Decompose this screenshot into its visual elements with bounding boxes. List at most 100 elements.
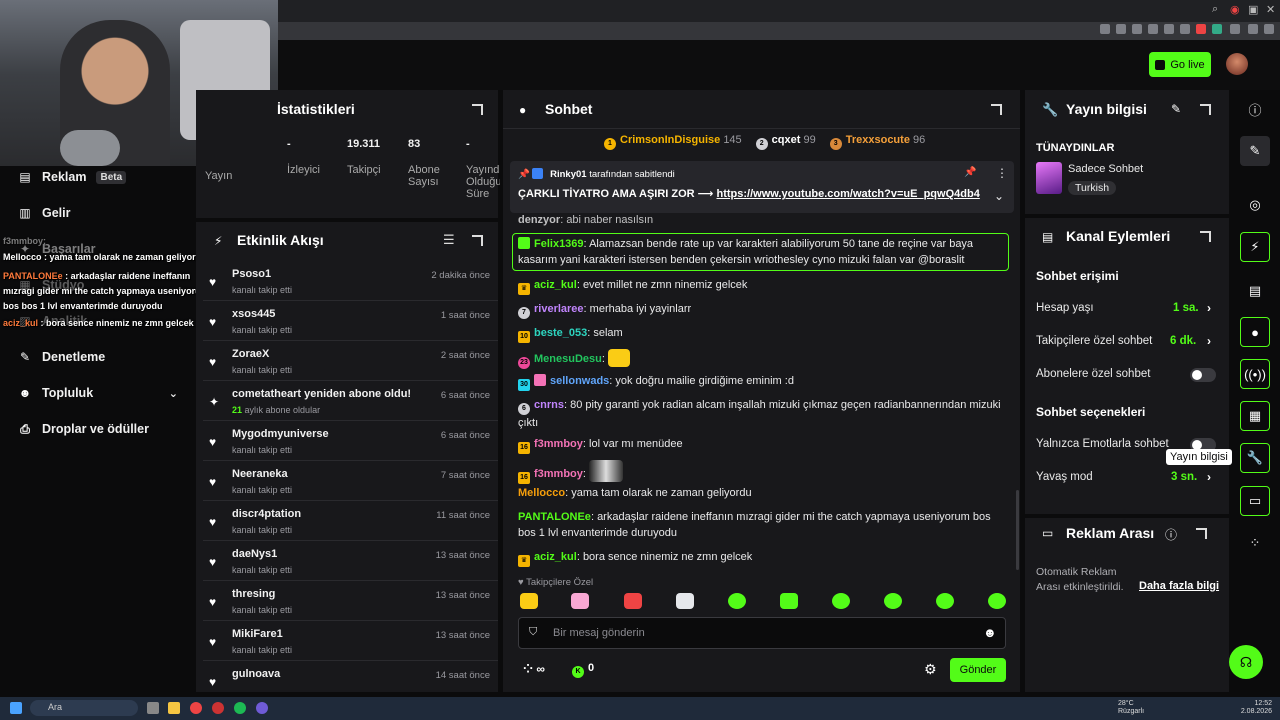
copilot-icon[interactable] — [1264, 24, 1274, 34]
extension-icon[interactable] — [1164, 24, 1174, 34]
points-indicator[interactable]: K0 — [572, 662, 594, 678]
extension-icon[interactable] — [1212, 24, 1222, 34]
filter-icon[interactable]: ☰ — [443, 232, 455, 248]
target-icon[interactable]: ◎ — [1240, 190, 1270, 220]
category-image[interactable] — [1036, 162, 1062, 194]
account-age-label[interactable]: Hesap yaşı — [1036, 302, 1094, 314]
sidebar-item-revenue[interactable]: ▥ Gelir — [18, 206, 70, 220]
popout-icon[interactable] — [472, 235, 483, 246]
emote-image[interactable] — [988, 593, 1006, 609]
popout-icon[interactable] — [1200, 104, 1211, 115]
emote-image[interactable] — [832, 593, 850, 609]
chevron-right-icon[interactable]: › — [1207, 470, 1211, 484]
category-name[interactable]: Sadece Sohbet — [1068, 163, 1143, 175]
followers-only-chat-label[interactable]: Takipçilere özel sohbet — [1036, 335, 1152, 347]
opera-icon[interactable] — [212, 702, 224, 714]
emote-image[interactable] — [520, 593, 538, 609]
emote-image[interactable] — [676, 593, 694, 609]
more-info-link[interactable]: Daha fazla bilgi — [1139, 580, 1219, 592]
unpin-icon[interactable]: 📌 — [964, 167, 976, 178]
leaderboard-entry[interactable]: 1 CrimsonInDisguise 145 — [604, 134, 742, 150]
info-icon[interactable]: ⓘ — [1165, 526, 1177, 543]
popout-icon[interactable] — [1200, 231, 1211, 242]
window-icon[interactable]: ▣ — [1248, 3, 1258, 16]
go-live-button[interactable]: Go live — [1149, 52, 1211, 77]
record-icon[interactable]: ◉ — [1230, 3, 1240, 16]
edit-icon[interactable]: ✎ — [1240, 136, 1270, 166]
activity-row[interactable]: ♥ thresing kanalı takip etti 13 saat önce — [203, 583, 498, 621]
window-icon[interactable]: ▭ — [1240, 486, 1270, 516]
activity-row[interactable]: ♥ Psoso1 kanalı takip etti 2 dakika önce — [203, 263, 498, 301]
badge-icon — [532, 168, 544, 179]
browser-address-bar[interactable] — [278, 22, 1280, 40]
activity-row[interactable]: ♥ Mygodmyuniverse kanalı takip etti 6 saat … — [203, 423, 498, 461]
menu-icon[interactable] — [1248, 24, 1258, 34]
chat-input-box[interactable]: ⛉ Bir mesaj gönderin ☻ — [518, 617, 1006, 649]
extension-icon[interactable] — [1116, 24, 1126, 34]
activity-row[interactable]: ♥ MikiFare1 kanalı takip etti 13 saat önce — [203, 623, 498, 661]
extension-icon[interactable] — [1196, 24, 1206, 34]
avatar[interactable] — [1226, 53, 1248, 75]
leaderboard-entry[interactable]: 3 Trexxsocute 96 — [829, 134, 925, 150]
weather[interactable]: 28°C Rüzgarlı — [1118, 700, 1144, 716]
dots-icon[interactable]: ⁘ — [1240, 528, 1270, 558]
clock[interactable]: 12:52 2.08.2026 — [1240, 700, 1272, 716]
close-icon[interactable]: ✕ — [1266, 3, 1275, 16]
emote-image[interactable] — [780, 593, 798, 609]
emote-image[interactable] — [624, 593, 642, 609]
leaderboard-entry[interactable]: 2 cqxet 99 — [755, 134, 816, 150]
chevron-right-icon[interactable]: › — [1207, 301, 1211, 315]
sidebar-item-ads[interactable]: ▤ Reklam Beta — [18, 170, 127, 184]
activity-row[interactable]: ♥ gulnoava 14 saat önce — [203, 663, 498, 701]
extension-icon[interactable] — [1100, 24, 1110, 34]
popout-icon[interactable] — [472, 104, 483, 115]
chevron-right-icon[interactable]: › — [1207, 334, 1211, 348]
document-icon[interactable]: ▤ — [1240, 276, 1270, 306]
slow-mode-label[interactable]: Yavaş mod — [1036, 471, 1093, 483]
chat-scrollbar[interactable] — [1016, 490, 1019, 570]
chat-bubble-icon[interactable]: ● — [1240, 317, 1270, 347]
emoji-icon[interactable]: ☻ — [983, 625, 997, 640]
sidebar-item-moderation[interactable]: ✎ Denetleme — [18, 350, 105, 364]
subs-only-toggle[interactable] — [1190, 368, 1216, 382]
sidebar-item-community[interactable]: ☻ Topluluk ⌄ — [18, 386, 178, 400]
start-icon[interactable] — [10, 702, 22, 714]
support-button[interactable]: ☊ — [1229, 645, 1263, 679]
gear-icon[interactable]: ⚙ — [924, 661, 937, 678]
more-icon[interactable]: ⋮ — [996, 166, 1008, 180]
activity-row[interactable]: ♥ Neeraneka kanalı takip etti 7 saat önce — [203, 463, 498, 501]
sidebar-item-drops[interactable]: ⎙ Droplar ve ödüller — [18, 422, 149, 436]
emote-image[interactable] — [728, 593, 746, 609]
activity-row[interactable]: ♥ ZoraeX kanalı takip etti 2 saat önce — [203, 343, 498, 381]
activity-row[interactable]: ♥ discr4ptation kanalı takip etti 11 saat ö… — [203, 503, 498, 541]
emote-image[interactable] — [884, 593, 902, 609]
favorites-icon[interactable] — [1180, 24, 1190, 34]
wrench-icon[interactable]: 🔧 — [1240, 443, 1270, 473]
activity-row[interactable]: ♥ daeNys1 kanalı takip etti 13 saat önce — [203, 543, 498, 581]
folder-icon[interactable] — [168, 702, 180, 714]
discord-icon[interactable] — [256, 702, 268, 714]
emote-image[interactable] — [571, 593, 589, 609]
edit-icon[interactable]: ✎ — [1171, 102, 1181, 116]
extension-icon[interactable] — [1148, 24, 1158, 34]
activity-row[interactable]: ♥ xsos445 kanalı takip etti 1 saat önce — [203, 303, 498, 341]
emote-image[interactable] — [936, 593, 954, 609]
info-icon[interactable]: ⓘ — [1240, 94, 1270, 124]
send-button[interactable]: Gönder — [950, 658, 1006, 682]
activity-row[interactable]: ✦ cometatheart yeniden abone oldu! 21 aylı… — [203, 383, 498, 421]
layout-icon[interactable]: ▦ — [1240, 401, 1270, 431]
popout-icon[interactable] — [1196, 528, 1207, 539]
chrome-icon[interactable] — [190, 702, 202, 714]
bolt-icon[interactable]: ⚡ — [1240, 232, 1270, 262]
chat-input[interactable]: Bir mesaj gönderin — [553, 627, 645, 639]
task-view-icon[interactable] — [147, 702, 159, 714]
chevron-down-icon[interactable]: ⌄ — [994, 189, 1004, 203]
pinned-link[interactable]: https://www.youtube.com/watch?v=uE_pqwQ4… — [717, 188, 980, 200]
popout-icon[interactable] — [991, 104, 1002, 115]
taskbar-search[interactable]: Ara — [30, 700, 138, 716]
settings-icon[interactable] — [1230, 24, 1240, 34]
minimize-icon[interactable]: ⌕ — [1212, 3, 1218, 16]
extension-icon[interactable] — [1132, 24, 1142, 34]
broadcast-icon[interactable]: ((•)) — [1240, 359, 1270, 389]
spotify-icon[interactable] — [234, 702, 246, 714]
